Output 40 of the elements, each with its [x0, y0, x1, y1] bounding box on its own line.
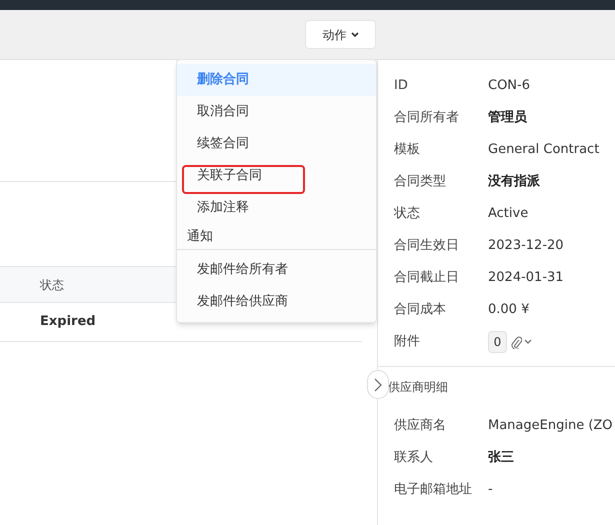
section-title: 供应商明细	[387, 379, 449, 396]
field-label: 模板	[393, 141, 421, 160]
field-label: 合同截止日	[393, 269, 460, 288]
action-button[interactable]: 动作	[305, 20, 376, 49]
field-value: 2024-01-31	[488, 269, 564, 288]
field-label: 联系人	[393, 449, 434, 468]
field-label: 电子邮箱地址	[393, 481, 473, 500]
field-label: 合同所有者	[393, 109, 460, 128]
attachment-count: 0	[488, 331, 507, 353]
menu-item[interactable]: 发邮件给所有者	[177, 254, 376, 286]
field-value: 管理员	[488, 109, 527, 128]
collapse-toggle[interactable]	[367, 370, 389, 399]
field-value: 没有指派	[488, 173, 540, 192]
field-value: CON-6	[488, 77, 530, 96]
field-value: Active	[488, 205, 528, 224]
menu-heading: 通知	[177, 224, 376, 250]
field-value: 0.00 ¥	[488, 301, 530, 320]
field-label: 合同类型	[393, 173, 447, 192]
chevron-right-icon	[374, 378, 382, 392]
column-header: 状态	[40, 276, 65, 294]
field-label: 供应商名	[393, 417, 447, 436]
menu-item[interactable]: 关联子合同	[177, 160, 376, 192]
field-label: 合同生效日	[393, 237, 460, 256]
paperclip-icon[interactable]	[511, 336, 522, 348]
menu-item[interactable]: 发邮件给供应商	[177, 286, 376, 318]
field-value: 张三	[488, 449, 514, 468]
menu-item[interactable]: 取消合同	[177, 96, 376, 128]
field-label: 附件	[393, 333, 421, 352]
menu-item[interactable]: 添加注释	[177, 192, 376, 224]
field-value: General Contract	[488, 141, 600, 160]
field-label: 合同成本	[393, 301, 447, 320]
field-value: ManageEngine (ZO	[488, 417, 613, 436]
field-value: 2023-12-20	[488, 237, 564, 256]
field-label: 状态	[392, 205, 421, 224]
menu-item[interactable]: 续签合同	[177, 128, 376, 160]
field-label: ID	[393, 77, 409, 96]
table-cell-text: Expired	[40, 313, 97, 332]
chevron-down-icon[interactable]	[524, 339, 532, 345]
chevron-down-icon	[350, 32, 358, 38]
field-value: -	[488, 481, 493, 500]
